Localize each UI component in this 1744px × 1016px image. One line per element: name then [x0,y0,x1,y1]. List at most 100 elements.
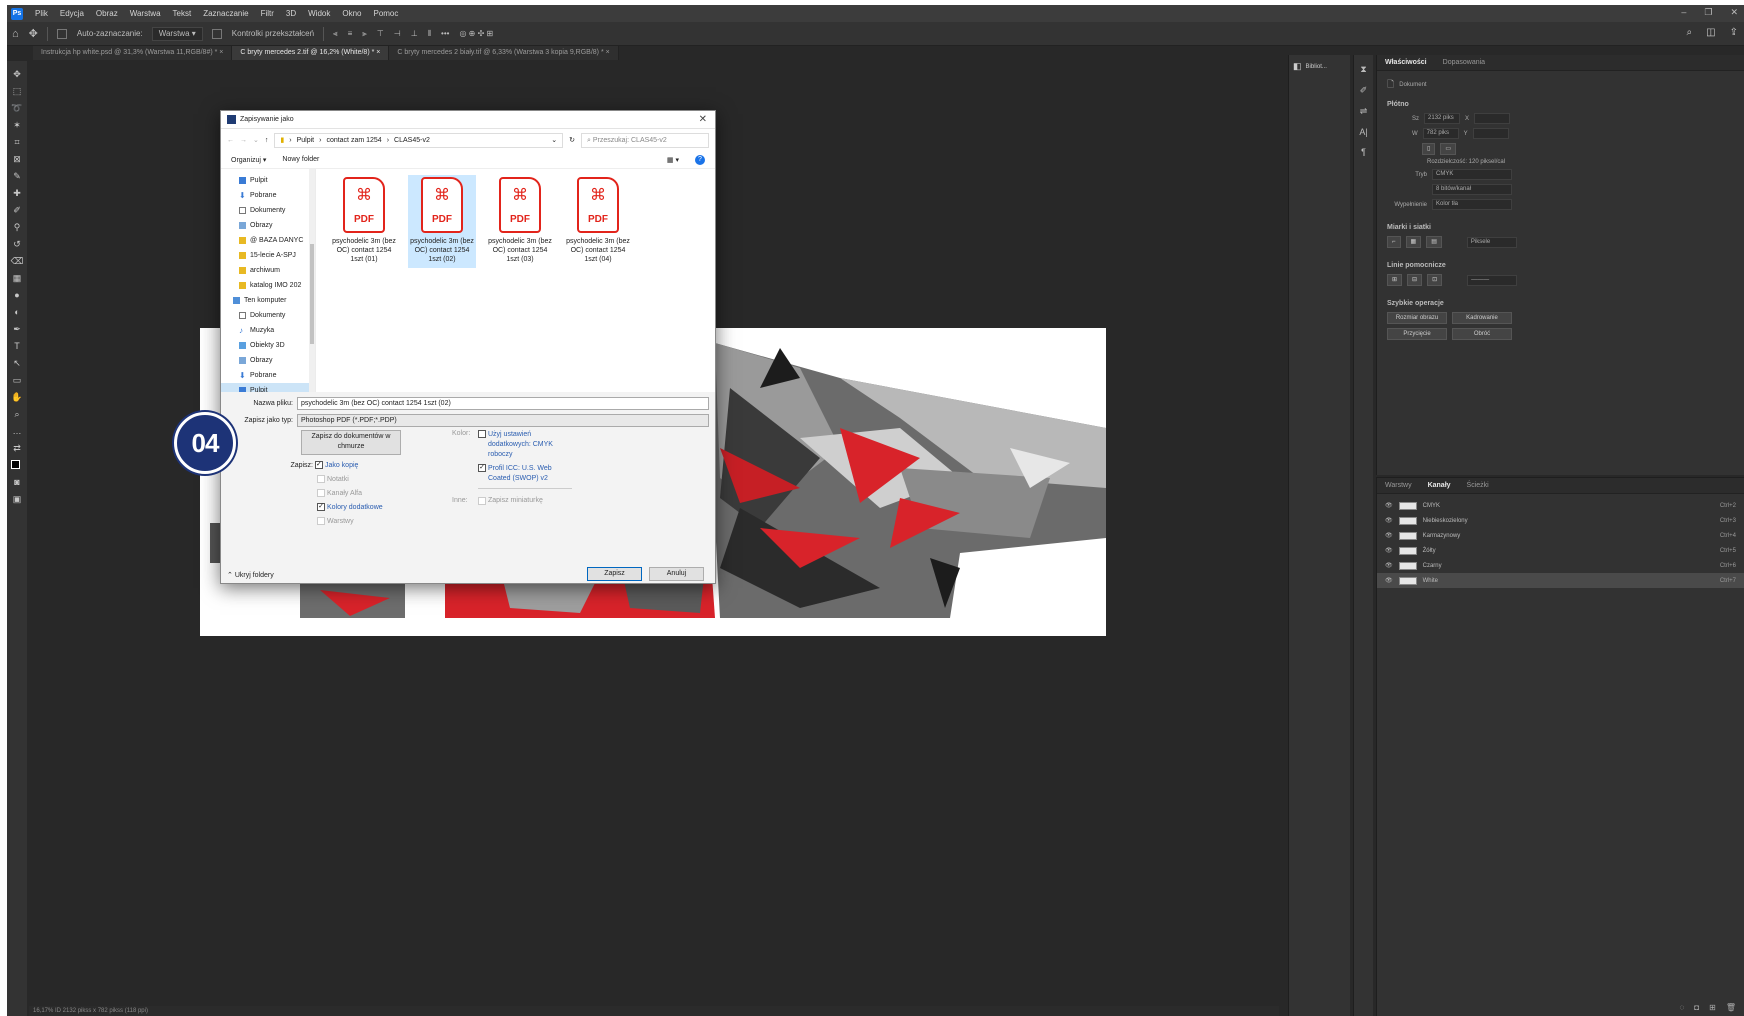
stamp-tool-icon[interactable]: ⚲ [10,220,24,234]
more-icon[interactable]: ••• [441,29,449,38]
search-input[interactable]: ⌕ Przeszukaj: CLAS45-v2 [581,132,709,148]
tab-adjustments[interactable]: Dopasowania [1435,59,1493,66]
channel-row[interactable]: 👁 Niebieskozielony Ctrl+3 [1377,513,1744,528]
visibility-icon[interactable]: 👁 [1385,517,1393,524]
channel-row[interactable]: 👁 CMYK Ctrl+2 [1377,498,1744,513]
view-icon[interactable]: ▦ ▾ [667,156,679,164]
distribute-icon[interactable]: ⫴ [428,29,431,39]
menu-layer[interactable]: Warstwa [124,9,167,18]
as-copy-checkbox[interactable]: ✓ [314,461,323,469]
units-dropdown[interactable]: Piksele [1466,236,1517,248]
3d-mode-icon[interactable]: ◎ ⊕ ✣ ⊞ [459,29,493,38]
brush-settings-icon[interactable]: ✐ [1360,85,1368,96]
trim-button[interactable]: Przycięcie [1387,328,1447,340]
guides-section[interactable]: Linie pomocnicze [1377,256,1744,272]
dodge-tool-icon[interactable]: ◐ [10,305,24,319]
crop-tool-icon[interactable]: ⌗ [10,135,24,149]
hide-folders-toggle[interactable]: ⌃ Ukryj foldery [227,571,274,579]
magic-wand-icon[interactable]: ✶ [10,118,24,132]
nav-item[interactable]: Dokumenty [221,203,315,218]
tab-layers[interactable]: Warstwy [1377,482,1420,489]
help-icon[interactable]: ? [695,154,705,165]
breadcrumb-item[interactable]: Pulpit [297,137,315,144]
nav-item[interactable]: 15-lecie A-SPJ [221,248,315,263]
organize-button[interactable]: Organizuj ▾ [231,156,266,164]
thumbnail-checkbox[interactable] [478,497,486,505]
nav-item[interactable]: Obrazy [221,353,315,368]
file-item[interactable]: ⌘ PDF psychodelic 3m (bez OC) contact 125… [486,175,554,268]
menu-file[interactable]: Plik [29,9,54,18]
document-tab-active[interactable]: C bryty mercedes 2.tif @ 16,2% (White/8)… [232,46,390,60]
hand-tool-icon[interactable]: ✋ [10,390,24,404]
menu-view[interactable]: Widok [302,9,336,18]
grid-icon[interactable]: ▦ [1405,236,1422,248]
file-item[interactable]: ⌘ PDF psychodelic 3m (bez OC) contact 125… [330,175,398,268]
menu-type[interactable]: Tekst [167,9,198,18]
nav-item[interactable]: Obrazy [221,218,315,233]
path-select-icon[interactable]: ↖ [10,356,24,370]
nav-item[interactable]: Dokumenty [221,308,315,323]
menu-select[interactable]: Zaznaczanie [197,9,254,18]
brush-tool-icon[interactable]: ✐ [10,203,24,217]
guide-layout-icon[interactable]: ⊞ [1387,274,1403,286]
blur-tool-icon[interactable]: ● [10,288,24,302]
close-icon[interactable]: ✕ [1730,7,1738,18]
spot-colors-checkbox[interactable]: ✓ [317,503,325,511]
channel-row-selected[interactable]: 👁 White Ctrl+7 [1377,573,1744,588]
nav-item[interactable]: Pulpit [221,173,315,188]
breadcrumb-item[interactable]: CLAS45-v2 [394,137,430,144]
new-channel-icon[interactable]: ⊞ [1709,1003,1716,1012]
menu-3d[interactable]: 3D [280,9,302,18]
channel-row[interactable]: 👁 Karmazynowy Ctrl+4 [1377,528,1744,543]
chevron-down-icon[interactable]: ⌄ [551,136,557,144]
nav-item[interactable]: Ten komputer [221,293,315,308]
nav-item[interactable]: katalog IMO 202 [221,278,315,293]
menu-image[interactable]: Obraz [90,9,124,18]
nav-item[interactable]: ⬇ Pobrane [221,368,315,383]
guide-add-icon[interactable]: ⊟ [1407,274,1423,286]
filename-input[interactable]: psychodelic 3m (bez OC) contact 1254 1sz… [297,397,709,410]
paragraph-icon[interactable]: ¶ [1361,147,1366,157]
menu-filter[interactable]: Filtr [255,9,280,18]
menu-help[interactable]: Pomoc [367,9,404,18]
swap-colors-icon[interactable]: ⇄ [10,441,24,455]
guide-style-dropdown[interactable]: ——— [1467,274,1518,286]
more-tools-icon[interactable]: … [10,424,24,438]
quick-mask-icon[interactable]: ◙ [10,475,24,489]
eraser-tool-icon[interactable]: ⌫ [10,254,24,268]
back-icon[interactable]: ← [227,137,234,144]
image-size-button[interactable]: Rozmiar obrazu [1387,312,1447,324]
rulers-section[interactable]: Miarki i siatki [1377,218,1744,234]
save-to-cloud-button[interactable]: Zapisz do dokumentów w chmurze [301,430,401,455]
align-center-icon[interactable]: ≡ [348,29,353,38]
mode-dropdown[interactable]: CMYK [1432,169,1512,180]
minimize-icon[interactable]: – [1681,7,1686,18]
save-selection-icon[interactable]: ◘ [1694,1003,1699,1012]
auto-select-checkbox[interactable] [56,28,67,39]
delete-channel-icon[interactable]: 🗑 [1726,1003,1736,1012]
nav-scrollbar[interactable] [309,169,315,392]
close-icon[interactable]: ✕ [699,114,707,125]
breadcrumb-item[interactable]: contact zam 1254 [326,137,381,144]
pen-tool-icon[interactable]: ✒ [10,322,24,336]
home-icon[interactable]: ⌂ [12,28,19,40]
refresh-icon[interactable]: ↻ [569,136,575,144]
load-selection-icon[interactable]: ◌ [1680,1003,1685,1012]
type-tool-icon[interactable]: T [10,339,24,353]
eyedropper-icon[interactable]: ✎ [10,169,24,183]
quick-actions-section[interactable]: Szybkie operacje [1377,294,1744,310]
canvas-section[interactable]: Płótno [1377,95,1744,111]
proof-checkbox[interactable] [478,430,486,438]
x-field[interactable] [1474,113,1511,124]
share-icon[interactable]: ⇪ [1730,27,1738,38]
document-tab[interactable]: C bryty mercedes 2 biały.tif @ 6,33% (Wa… [389,46,619,60]
filetype-select[interactable]: Photoshop PDF (*.PDF;*.PDP) [297,414,709,427]
up-icon[interactable]: ↑ [265,137,269,144]
file-item[interactable]: ⌘ PDF psychodelic 3m (bez OC) contact 125… [564,175,632,268]
move-tool-icon[interactable]: ✥ [29,27,38,40]
history-brush-icon[interactable]: ↺ [10,237,24,251]
icc-checkbox[interactable]: ✓ [478,464,486,472]
auto-select-dropdown[interactable]: Warstwa ▾ [151,26,203,41]
document-tab[interactable]: Instrukcja hp white.psd @ 31,3% (Warstwa… [33,46,233,60]
align-left-icon[interactable]: ⫷ [333,29,338,39]
